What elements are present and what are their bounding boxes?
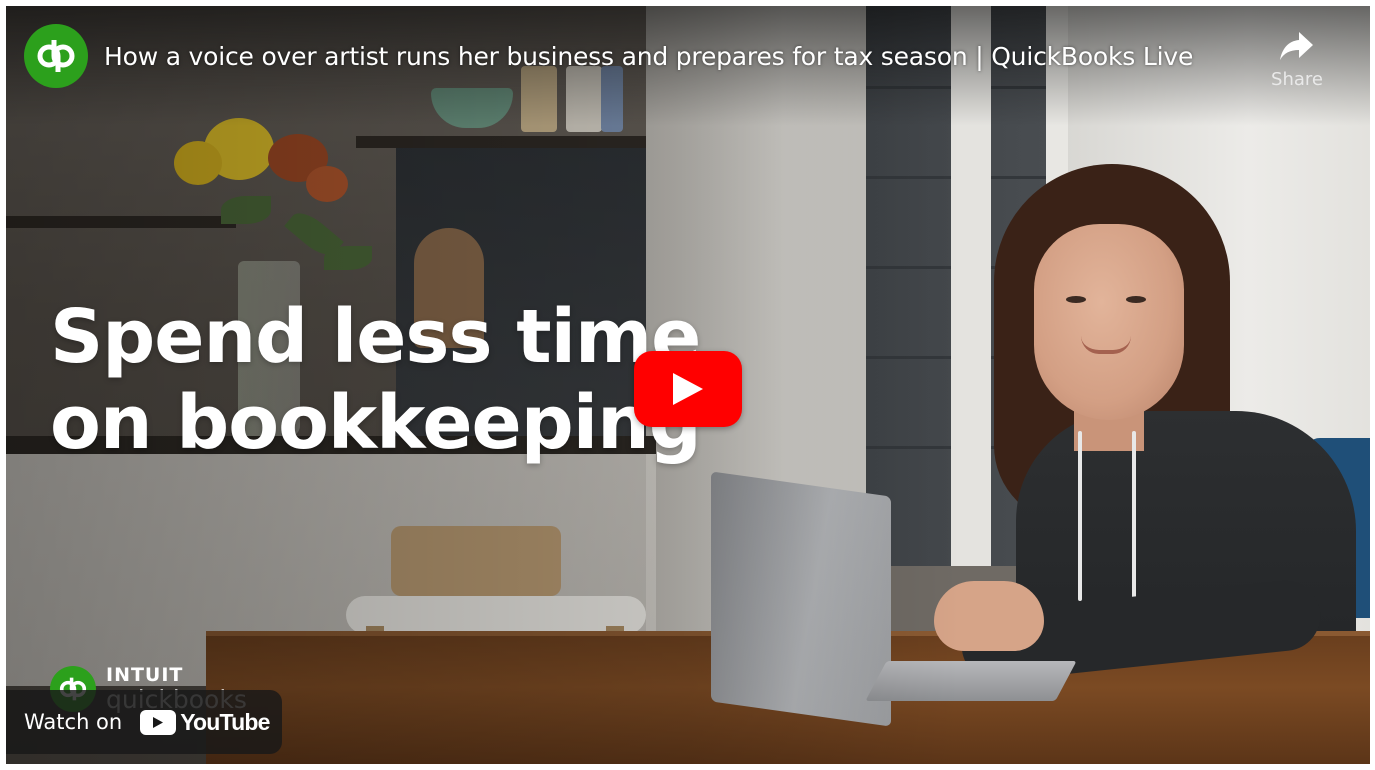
watch-on-label: Watch on (24, 710, 123, 734)
share-label: Share (1271, 69, 1323, 90)
thumbnail-headline: Spend less time on bookkeeping (50, 294, 702, 466)
video-title[interactable]: How a voice over artist runs her busines… (104, 42, 1193, 71)
play-button[interactable] (634, 351, 742, 427)
watch-on-youtube-button[interactable]: Watch on YouTube (6, 690, 282, 754)
share-arrow-icon (1280, 32, 1313, 60)
brand-intuit: INTUIT (106, 664, 184, 686)
play-icon (673, 373, 703, 405)
video-player[interactable]: How a voice over artist runs her busines… (6, 6, 1370, 764)
youtube-logo-icon (140, 709, 177, 735)
quickbooks-logo-icon (37, 40, 75, 72)
headline-line-2: on bookkeeping (50, 380, 702, 466)
share-button[interactable]: Share (1262, 30, 1332, 90)
channel-avatar[interactable] (24, 24, 88, 88)
youtube-logo: YouTube (140, 708, 270, 736)
headline-line-1: Spend less time (50, 294, 701, 380)
youtube-wordmark: YouTube (180, 708, 270, 735)
